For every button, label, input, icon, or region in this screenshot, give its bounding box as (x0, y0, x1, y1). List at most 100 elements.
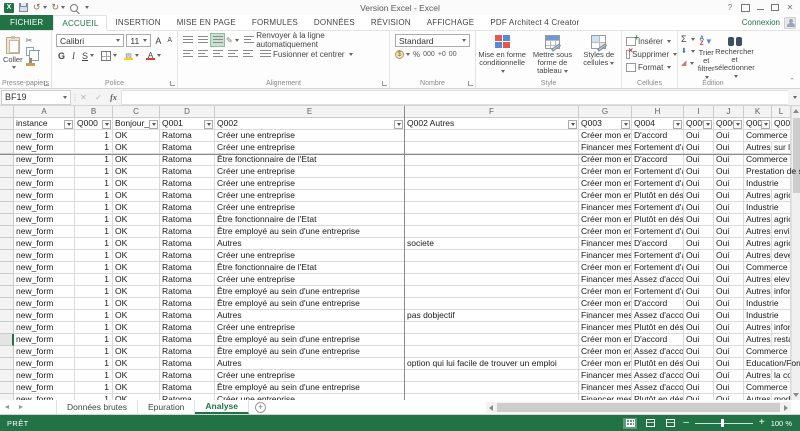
cell-styles-button[interactable]: Styles de cellules (579, 32, 619, 75)
cell-H20[interactable]: Assez d'accord (632, 346, 684, 358)
cell-C7[interactable]: OK (113, 190, 160, 202)
cut-icon[interactable]: ✂ (26, 36, 40, 45)
filter-dropdown-icon[interactable] (703, 120, 712, 129)
bold-button[interactable]: G (56, 49, 67, 62)
ribbon-options-icon[interactable] (738, 2, 752, 14)
cell-E22[interactable]: Créer une entreprise (215, 370, 405, 382)
number-dialog-launcher-icon[interactable] (468, 81, 473, 86)
cell-K14[interactable]: Autres (744, 274, 772, 286)
cell-F1[interactable]: Q002 Autres (405, 118, 579, 130)
cell-J18[interactable]: Oui (714, 322, 744, 334)
cell-I22[interactable]: Oui (684, 370, 714, 382)
filter-dropdown-icon[interactable] (673, 120, 682, 129)
column-header-E[interactable]: E (215, 106, 405, 118)
cell-C5[interactable]: OK (113, 166, 160, 178)
cell-H5[interactable]: Fortement d'accord (632, 166, 684, 178)
cell-L11[interactable]: agriculture (772, 238, 791, 250)
cell-D4[interactable]: Ratoma (160, 154, 215, 166)
expand-formula-bar-icon[interactable] (788, 92, 800, 102)
cell-D12[interactable]: Ratoma (160, 250, 215, 262)
cell-C23[interactable]: OK (113, 382, 160, 394)
cell-D21[interactable]: Ratoma (160, 358, 215, 370)
cell-C20[interactable]: OK (113, 346, 160, 358)
cell-J10[interactable]: Oui (714, 226, 744, 238)
clear-icon[interactable]: ◢ (681, 58, 695, 68)
row-header-18[interactable] (0, 322, 14, 334)
row-header-22[interactable] (0, 370, 14, 382)
cell-A13[interactable]: new_form (14, 262, 75, 274)
cell-E21[interactable]: Autres (215, 358, 405, 370)
row-header-19[interactable] (0, 334, 14, 346)
insert-cells-button[interactable]: +Insérer (626, 35, 677, 47)
row-header-16[interactable] (0, 298, 14, 310)
cell-E11[interactable]: Autres (215, 238, 405, 250)
cell-A17[interactable]: new_form (14, 310, 75, 322)
cell-J23[interactable]: Oui (714, 382, 744, 394)
cell-A20[interactable]: new_form (14, 346, 75, 358)
cell-A19[interactable]: new_form (14, 334, 75, 346)
column-header-L[interactable]: L (772, 106, 791, 118)
cell-A6[interactable]: new_form (14, 178, 75, 190)
row-header-23[interactable] (0, 382, 14, 394)
row-header-10[interactable] (0, 226, 14, 238)
cell-D13[interactable]: Ratoma (160, 262, 215, 274)
cell-J11[interactable]: Oui (714, 238, 744, 250)
cell-A22[interactable]: new_form (14, 370, 75, 382)
cell-C16[interactable]: OK (113, 298, 160, 310)
cell-G18[interactable]: Financer mes études (579, 322, 632, 334)
merge-center-button[interactable]: Fusionner et centrer (260, 48, 353, 60)
cell-G21[interactable]: Créer mon entreprise (579, 358, 632, 370)
cell-B5[interactable]: 1 (75, 166, 113, 178)
column-header-D[interactable]: D (160, 106, 215, 118)
row-header-15[interactable] (0, 286, 14, 298)
row-header-20[interactable] (0, 346, 14, 358)
cell-K7[interactable]: Autres (744, 190, 772, 202)
row-header-5[interactable] (0, 166, 14, 178)
cell-D20[interactable]: Ratoma (160, 346, 215, 358)
ribbon-tab-affichage[interactable]: AFFICHAGE (419, 15, 483, 30)
cell-C14[interactable]: OK (113, 274, 160, 286)
alignment-dialog-launcher-icon[interactable] (382, 81, 387, 86)
cell-D14[interactable]: Ratoma (160, 274, 215, 286)
cell-F23[interactable] (405, 382, 579, 394)
cell-H1[interactable]: Q004 (632, 118, 684, 130)
zoom-slider-thumb[interactable] (721, 419, 724, 427)
column-header-B[interactable]: B (75, 106, 113, 118)
cell-J17[interactable]: Oui (714, 310, 744, 322)
cell-L1[interactable]: Q007 a (772, 118, 791, 130)
cell-F8[interactable] (405, 202, 579, 214)
cell-C11[interactable]: OK (113, 238, 160, 250)
conditional-formatting-button[interactable]: Mise en forme conditionnelle (478, 32, 526, 75)
cell-K22[interactable]: Autres (744, 370, 772, 382)
percent-format-icon[interactable]: % (413, 50, 420, 59)
minimize-icon[interactable] (753, 2, 767, 14)
normal-view-icon[interactable] (623, 418, 637, 429)
scroll-down-icon[interactable] (793, 393, 799, 397)
fill-color-icon[interactable]: ▨ (122, 49, 141, 62)
cell-F4[interactable] (405, 154, 579, 166)
cell-F6[interactable] (405, 178, 579, 190)
cell-G9[interactable]: Créer mon entreprise (579, 214, 632, 226)
font-color-icon[interactable]: A (144, 49, 163, 62)
cell-H21[interactable]: Plutôt en désaccord (632, 358, 684, 370)
cell-B2[interactable]: 1 (75, 130, 113, 142)
cell-D5[interactable]: Ratoma (160, 166, 215, 178)
cell-A11[interactable]: new_form (14, 238, 75, 250)
ribbon-tab-insertion[interactable]: INSERTION (107, 15, 168, 30)
cell-F15[interactable] (405, 286, 579, 298)
cell-F18[interactable] (405, 322, 579, 334)
cell-H9[interactable]: Plutôt en désaccord (632, 214, 684, 226)
horizontal-scroll-thumb[interactable] (497, 403, 780, 412)
cell-L22[interactable]: la couture (772, 370, 791, 382)
cell-K15[interactable]: Autres (744, 286, 772, 298)
cell-H8[interactable]: Fortement d'accord (632, 202, 684, 214)
cell-K19[interactable]: Autres (744, 334, 772, 346)
cell-C10[interactable]: OK (113, 226, 160, 238)
insert-function-icon[interactable]: fx (106, 93, 121, 102)
cell-D15[interactable]: Ratoma (160, 286, 215, 298)
column-header-J[interactable]: J (714, 106, 744, 118)
ribbon-tab-donn-es[interactable]: DONNÉES (306, 15, 363, 30)
cell-B15[interactable]: 1 (75, 286, 113, 298)
cell-B21[interactable]: 1 (75, 358, 113, 370)
cell-K3[interactable]: Autres (744, 142, 772, 154)
